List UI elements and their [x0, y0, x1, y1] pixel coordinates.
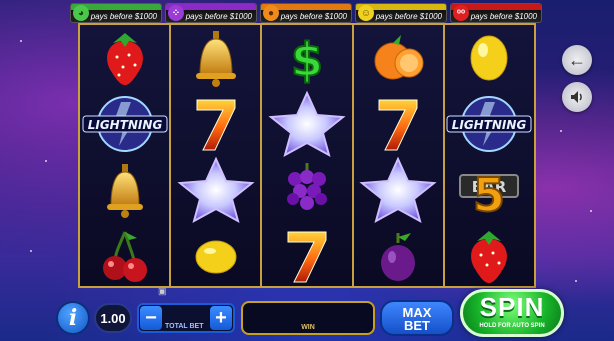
reel-5: LIGHTNING BAR 5: [444, 25, 535, 289]
reel-area: LIGHTNING 7 $ LIGHTNING BAR 5: [78, 23, 536, 288]
win-box: WIN: [241, 301, 375, 335]
star-icon: [171, 157, 260, 223]
grapes-icon: [262, 157, 351, 223]
reel-4: [353, 25, 445, 289]
total-bet-box: − TOTAL BET +: [137, 303, 235, 333]
jackpot-cherry: ᵒᵒ pays before $1000: [450, 3, 542, 23]
dollar-text: $: [291, 33, 323, 86]
lemon-icon: ☺: [358, 5, 374, 21]
reel-2: 7: [171, 25, 263, 289]
lightning-icon: LIGHTNING: [445, 91, 534, 157]
seven-icon: [262, 223, 351, 289]
orange-icon: ●: [263, 5, 279, 21]
bg-star: [590, 210, 592, 212]
jackpot-label: pays before $1000: [90, 12, 157, 21]
bg-star: [30, 250, 32, 252]
seven-icon: [354, 91, 443, 157]
lightning-text: LIGHTNING: [87, 118, 162, 132]
seven-icon: 7: [171, 91, 260, 157]
plum-icon: [354, 223, 443, 289]
jackpot-label: pays before $1000: [470, 12, 537, 21]
jackpot-label: pays before $1000: [280, 12, 347, 21]
max-bet-button[interactable]: MAX BET: [380, 300, 454, 336]
cherry-icon: [80, 223, 169, 289]
bg-star: [575, 280, 577, 282]
control-bar: i 1.00 ▣ − TOTAL BET + WIN MAX BET SPIN …: [0, 286, 614, 341]
strawberry-icon: [445, 223, 534, 289]
jackpot-grapes: ⁘ pays before $1000: [165, 3, 257, 23]
bar-number: 5: [473, 168, 505, 219]
dollar-icon: $: [262, 25, 351, 91]
bet-settings-icon[interactable]: ▣: [158, 286, 168, 296]
grapes-icon: ⁘: [168, 5, 184, 21]
bg-star: [45, 160, 47, 162]
lightning-text: LIGHTNING: [452, 118, 527, 132]
lemon-icon: [171, 223, 260, 289]
spin-button[interactable]: SPIN HOLD FOR AUTO SPIN: [460, 289, 564, 337]
spin-label: SPIN: [479, 292, 545, 322]
melon-icon: ◕: [73, 5, 89, 21]
back-button[interactable]: ←: [562, 45, 592, 75]
jackpot-label: pays before $1000: [375, 12, 442, 21]
bg-star: [20, 40, 22, 42]
strawberry-icon: [80, 25, 169, 91]
total-bet-label: TOTAL BET: [165, 323, 204, 330]
info-button[interactable]: i: [56, 301, 90, 335]
increase-bet-button[interactable]: +: [210, 306, 232, 330]
bar-icon: BAR 5: [445, 157, 534, 223]
coin-value[interactable]: 1.00: [94, 303, 132, 333]
bell-icon: [171, 25, 260, 91]
star-icon: [262, 91, 351, 157]
reel-1: LIGHTNING: [80, 25, 172, 289]
sound-button[interactable]: [562, 82, 592, 112]
jackpot-bar: ◕ pays before $1000 ⁘ pays before $1000 …: [70, 3, 542, 23]
speaker-icon: [571, 91, 582, 103]
jackpot-lemon: ☺ pays before $1000: [355, 3, 447, 23]
reel-3: $: [262, 25, 354, 289]
win-label: WIN: [301, 324, 315, 331]
star-icon: [354, 157, 443, 223]
arrow-left-icon: ←: [568, 49, 586, 70]
orange-icon: [354, 25, 443, 91]
decrease-bet-button[interactable]: −: [140, 306, 162, 330]
jackpot-label: pays before $1000: [185, 12, 252, 21]
bg-star: [560, 130, 562, 132]
spin-sublabel: HOLD FOR AUTO SPIN: [479, 323, 545, 329]
jackpot-orange: ● pays before $1000: [260, 3, 352, 23]
cherry-icon: ᵒᵒ: [453, 5, 469, 21]
jackpot-melon: ◕ pays before $1000: [70, 3, 162, 23]
max-bet-line2: BET: [404, 318, 430, 333]
seven-text: 7: [191, 94, 192, 95]
bell-icon: [80, 157, 169, 223]
lemon-icon: [445, 25, 534, 91]
lightning-icon: LIGHTNING: [80, 91, 169, 157]
